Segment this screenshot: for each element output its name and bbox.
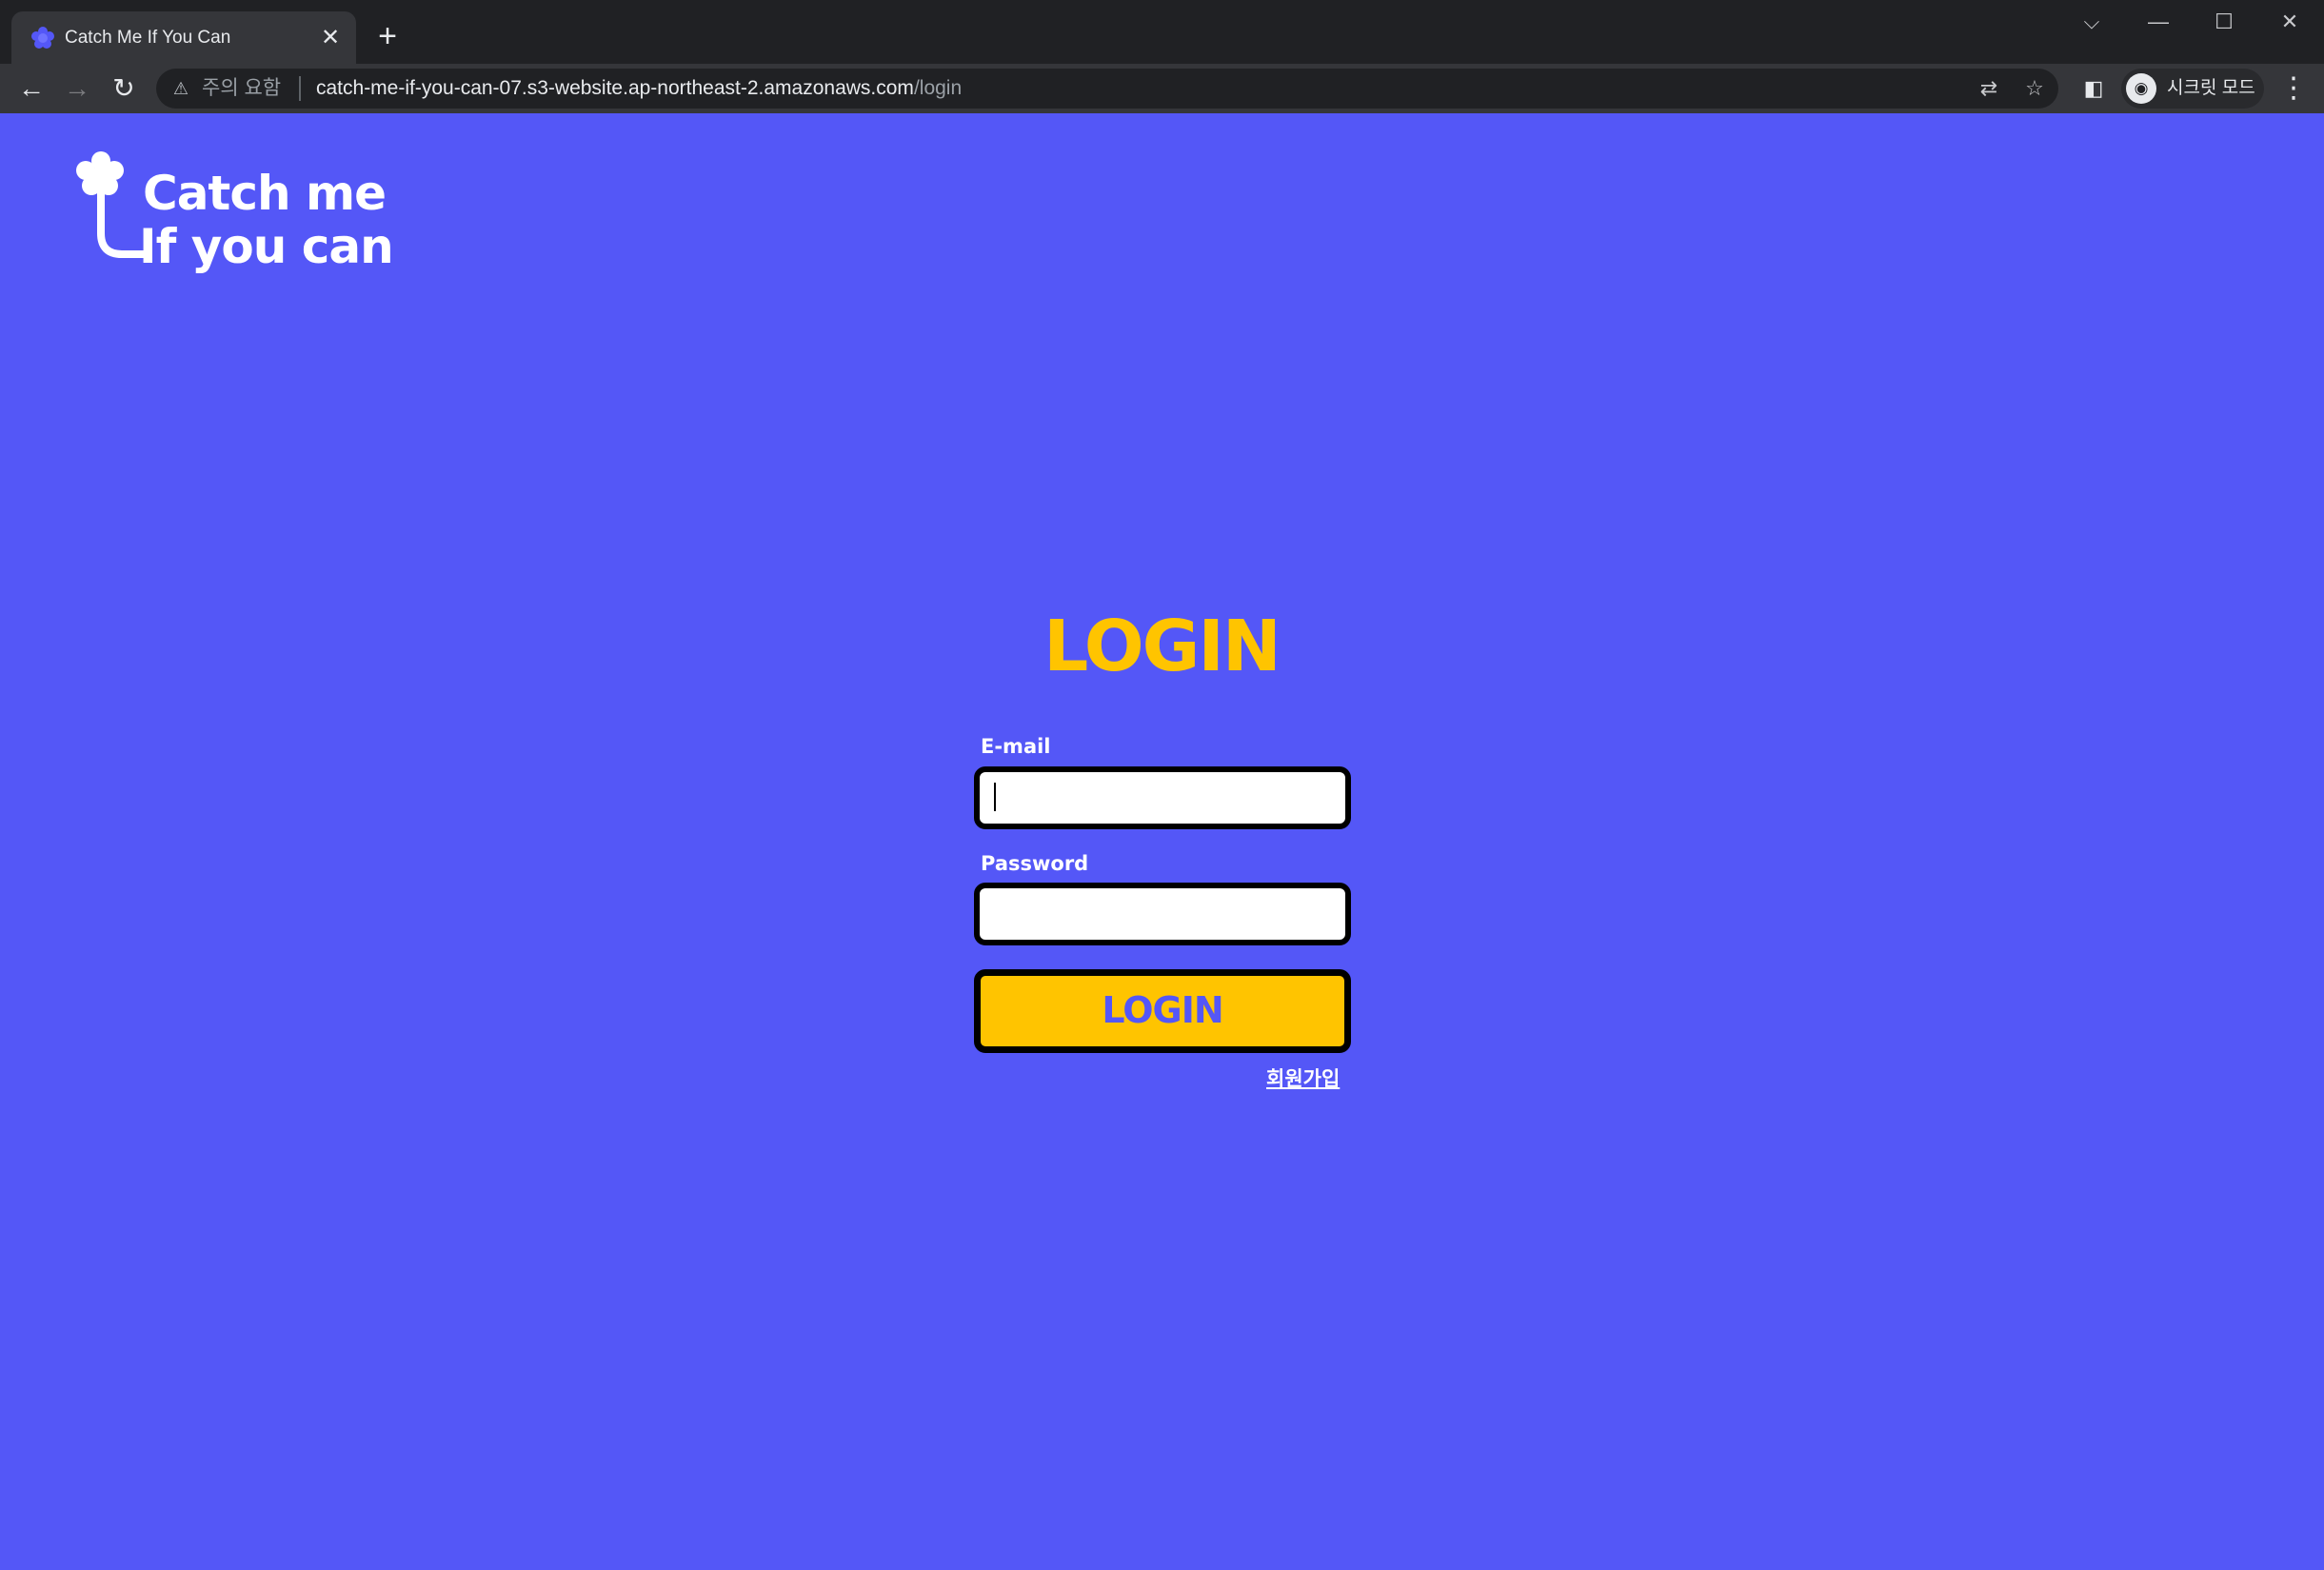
maximize-button[interactable]: ☐ [2202, 8, 2246, 36]
url-path: /login [913, 77, 963, 99]
text-caret [994, 783, 996, 811]
login-button[interactable]: LOGIN [974, 969, 1351, 1053]
browser-menu-icon[interactable]: ⋮ [2277, 72, 2310, 105]
close-window-button[interactable]: ✕ [2268, 8, 2312, 36]
login-page: Catch me If you can LOGIN E-mail Passwor… [0, 113, 2324, 1570]
flower-favicon-icon [31, 27, 54, 49]
forward-button[interactable]: → [61, 72, 93, 105]
page-title: LOGIN [1043, 606, 1281, 687]
url-host: catch-me-if-you-can-07.s3-website.ap-nor… [316, 77, 914, 99]
bookmark-star-icon[interactable]: ☆ [2020, 75, 2049, 102]
password-input[interactable] [974, 883, 1351, 945]
url-separator [299, 76, 301, 101]
incognito-profile-button[interactable]: ◉ 시크릿 모드 [2121, 69, 2264, 109]
url-text[interactable]: catch-me-if-you-can-07.s3-website.ap-nor… [316, 77, 962, 100]
minimize-button[interactable]: — [2136, 8, 2180, 36]
tab-close-icon[interactable]: ✕ [316, 24, 345, 52]
signup-link[interactable]: 회원가입 [1266, 1065, 1340, 1092]
tab-search-icon[interactable]: ⌵ [2070, 8, 2114, 36]
logo-text-line2: If you can [139, 219, 394, 274]
incognito-icon: ◉ [2126, 73, 2156, 104]
browser-toolbar: ← → ↻ ⚠ 주의 요함 catch-me-if-you-can-07.s3-… [0, 64, 2324, 113]
translate-icon[interactable]: ⇄ [1975, 75, 2003, 102]
reload-button[interactable]: ↻ [108, 72, 140, 105]
security-status-text[interactable]: 주의 요함 [202, 77, 281, 100]
tab-title: Catch Me If You Can [65, 28, 231, 48]
site-logo[interactable]: Catch me If you can [72, 148, 453, 290]
email-input[interactable] [974, 766, 1351, 829]
flower-logo-icon [76, 151, 149, 258]
logo-text-line1: Catch me [143, 166, 387, 221]
password-label: Password [981, 852, 1089, 875]
incognito-label: 시크릿 모드 [2167, 78, 2255, 98]
browser-tab-bar: Catch Me If You Can ✕ + ⌵ — ☐ ✕ [0, 0, 2324, 64]
address-bar[interactable]: ⚠ 주의 요함 catch-me-if-you-can-07.s3-websit… [156, 69, 2058, 109]
back-button[interactable]: ← [15, 72, 48, 105]
browser-tab[interactable]: Catch Me If You Can ✕ [11, 11, 356, 64]
warning-icon[interactable]: ⚠ [169, 77, 192, 100]
new-tab-button[interactable]: + [371, 20, 404, 53]
side-panel-icon[interactable]: ◧ [2079, 74, 2108, 103]
email-label: E-mail [981, 735, 1051, 758]
